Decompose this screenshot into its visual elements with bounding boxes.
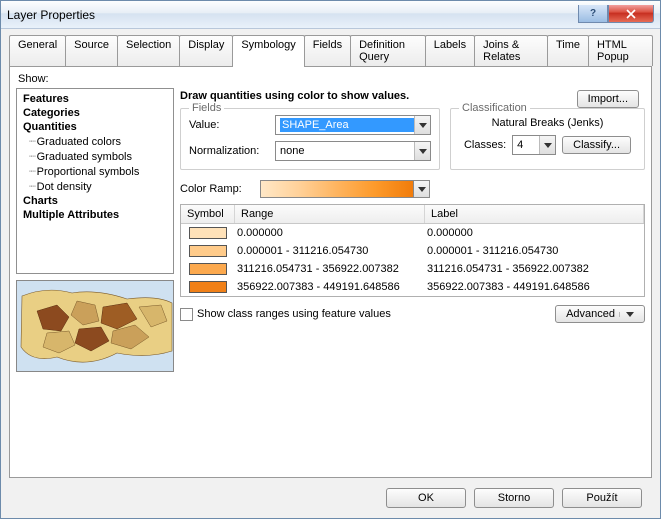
range-cell: 311216.054731 - 356922.007382 xyxy=(235,263,425,275)
color-ramp-dropdown[interactable] xyxy=(260,180,430,198)
tab-joins-relates[interactable]: Joins & Relates xyxy=(474,35,548,66)
close-button[interactable] xyxy=(608,5,654,23)
renderer-tree[interactable]: Features Categories Quantities ┈Graduate… xyxy=(16,88,174,274)
apply-button[interactable]: Použít xyxy=(562,488,642,508)
chevron-down-icon xyxy=(414,180,430,198)
grid-row[interactable]: 356922.007383 - 449191.648586356922.0073… xyxy=(181,278,644,296)
advanced-row: Show class ranges using feature values A… xyxy=(180,305,645,323)
tree-categories[interactable]: Categories xyxy=(19,106,171,120)
classification-legend: Classification xyxy=(459,102,530,114)
ok-button[interactable]: OK xyxy=(386,488,466,508)
classes-count-dropdown[interactable]: 4 xyxy=(512,135,556,155)
grid-row[interactable]: 0.000001 - 311216.0547300.000001 - 31121… xyxy=(181,242,644,260)
fields-classification-row: Fields Value: SHAPE_Area Normalization: xyxy=(180,108,645,170)
value-field-dropdown[interactable]: SHAPE_Area xyxy=(275,115,431,135)
fields-legend: Fields xyxy=(189,102,224,114)
close-icon xyxy=(626,9,636,19)
range-cell: 356922.007383 - 449191.648586 xyxy=(235,281,425,293)
fields-group: Fields Value: SHAPE_Area Normalization: xyxy=(180,108,440,170)
titlebar: Layer Properties ? xyxy=(1,1,660,29)
value-field-text: SHAPE_Area xyxy=(280,118,414,132)
tree-quantities[interactable]: Quantities xyxy=(19,120,171,134)
tab-display[interactable]: Display xyxy=(179,35,233,66)
symbol-swatch xyxy=(189,245,227,257)
classes-count-text: 4 xyxy=(517,139,539,151)
tree-item-dot-density[interactable]: ┈Dot density xyxy=(19,179,171,194)
panel-columns: Features Categories Quantities ┈Graduate… xyxy=(16,88,645,471)
panel-heading: Draw quantities using color to show valu… xyxy=(180,88,645,108)
label-cell: 356922.007383 - 449191.648586 xyxy=(425,281,644,293)
show-ranges-checkbox[interactable] xyxy=(180,308,193,321)
tab-selection[interactable]: Selection xyxy=(117,35,180,66)
tab-symbology[interactable]: Symbology xyxy=(232,35,304,67)
class-grid[interactable]: Symbol Range Label 0.0000000.0000000.000… xyxy=(180,204,645,297)
chevron-down-icon xyxy=(414,142,430,160)
import-button[interactable]: Import... xyxy=(577,90,639,108)
color-ramp-swatch xyxy=(260,180,414,198)
normalization-dropdown[interactable]: none xyxy=(275,141,431,161)
range-cell: 0.000001 - 311216.054730 xyxy=(235,245,425,257)
show-label: Show: xyxy=(18,73,645,85)
show-ranges-label: Show class ranges using feature values xyxy=(197,308,391,320)
color-ramp-label: Color Ramp: xyxy=(180,183,254,195)
window-buttons: ? xyxy=(578,5,654,23)
symbol-swatch xyxy=(189,227,227,239)
classes-label: Classes: xyxy=(464,139,506,151)
tree-charts[interactable]: Charts xyxy=(19,194,171,208)
symbol-swatch xyxy=(189,263,227,275)
right-column: Draw quantities using color to show valu… xyxy=(180,88,645,471)
chevron-down-icon xyxy=(539,136,555,154)
classify-button[interactable]: Classify... xyxy=(562,136,631,154)
tree-multiple-attributes[interactable]: Multiple Attributes xyxy=(19,208,171,222)
tree-item-graduated-colors[interactable]: ┈Graduated colors xyxy=(19,134,171,149)
tree-item-proportional-symbols[interactable]: ┈Proportional symbols xyxy=(19,164,171,179)
tab-labels[interactable]: Labels xyxy=(425,35,475,66)
chevron-down-icon xyxy=(414,116,430,134)
tab-definition-query[interactable]: Definition Query xyxy=(350,35,426,66)
dialog-body: GeneralSourceSelectionDisplaySymbologyFi… xyxy=(1,29,660,518)
grid-body: 0.0000000.0000000.000001 - 311216.054730… xyxy=(181,224,644,296)
col-label[interactable]: Label xyxy=(425,205,644,223)
tab-strip: GeneralSourceSelectionDisplaySymbologyFi… xyxy=(9,35,652,66)
classification-method: Natural Breaks (Jenks) xyxy=(459,115,636,135)
tree-features[interactable]: Features xyxy=(19,92,171,106)
dialog-buttons: OK Storno Použít xyxy=(9,478,652,508)
grid-row[interactable]: 0.0000000.000000 xyxy=(181,224,644,242)
chevron-down-icon xyxy=(619,312,634,317)
value-label: Value: xyxy=(189,119,269,131)
advanced-button-label: Advanced xyxy=(566,308,615,320)
cancel-button[interactable]: Storno xyxy=(474,488,554,508)
symbol-swatch xyxy=(189,281,227,293)
classification-group: Classification Natural Breaks (Jenks) Cl… xyxy=(450,108,645,170)
tab-html-popup[interactable]: HTML Popup xyxy=(588,35,653,66)
grid-row[interactable]: 311216.054731 - 356922.007382311216.0547… xyxy=(181,260,644,278)
left-column: Features Categories Quantities ┈Graduate… xyxy=(16,88,174,471)
tab-source[interactable]: Source xyxy=(65,35,118,66)
layer-properties-window: Layer Properties ? GeneralSourceSelectio… xyxy=(0,0,661,519)
label-cell: 0.000001 - 311216.054730 xyxy=(425,245,644,257)
label-cell: 0.000000 xyxy=(425,227,644,239)
tab-fields[interactable]: Fields xyxy=(304,35,351,66)
help-button[interactable]: ? xyxy=(578,5,608,23)
tab-panel: Show: Features Categories Quantities ┈Gr… xyxy=(9,66,652,478)
tree-item-graduated-symbols[interactable]: ┈Graduated symbols xyxy=(19,149,171,164)
normalization-text: none xyxy=(280,145,414,157)
tab-time[interactable]: Time xyxy=(547,35,589,66)
col-symbol[interactable]: Symbol xyxy=(181,205,235,223)
tab-general[interactable]: General xyxy=(9,35,66,66)
range-cell: 0.000000 xyxy=(235,227,425,239)
preview-thumbnail xyxy=(16,280,174,372)
grid-header: Symbol Range Label xyxy=(181,205,644,224)
window-title: Layer Properties xyxy=(7,8,578,22)
col-range[interactable]: Range xyxy=(235,205,425,223)
normalization-label: Normalization: xyxy=(189,145,269,157)
label-cell: 311216.054731 - 356922.007382 xyxy=(425,263,644,275)
advanced-button[interactable]: Advanced xyxy=(555,305,645,323)
